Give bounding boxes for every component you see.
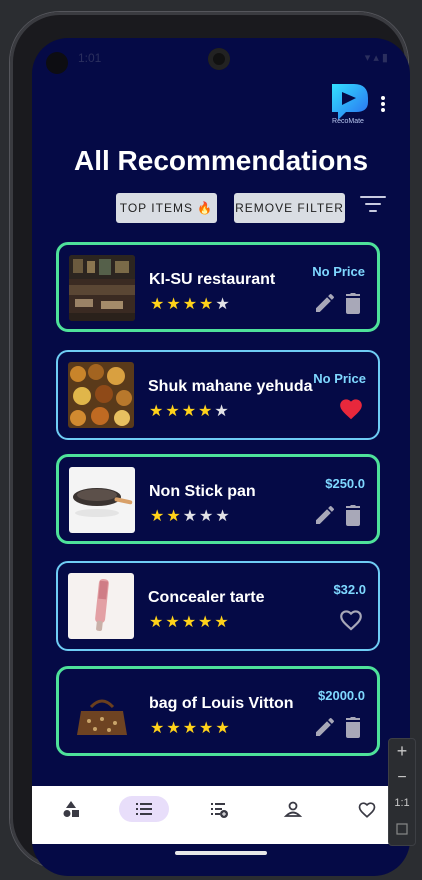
item-price: $2000.0	[318, 688, 365, 703]
item-actions	[313, 291, 363, 315]
star-icon: ★★★	[182, 508, 232, 525]
list-icon	[136, 803, 152, 815]
rating-stars: ★★★★★	[149, 401, 231, 421]
item-actions	[313, 715, 363, 739]
phone-frame: 1:01 ▾ ▴ ▮ RecoMate All Recommendations …	[10, 12, 410, 876]
item-title: Shuk mahane yehuda	[148, 378, 313, 395]
restaurant-image	[69, 255, 135, 321]
recommendation-card[interactable]: Non Stick pan ★★★★★ $250.0	[56, 454, 380, 544]
rating-stars: ★★★★★	[150, 718, 232, 738]
star-icon: ★★★★★	[149, 614, 231, 631]
emulator-zoom-controls: + − 1:1	[388, 738, 416, 846]
home-indicator[interactable]	[175, 851, 267, 855]
item-title: bag of Louis Vitton	[149, 695, 294, 712]
more-options-icon[interactable]	[376, 94, 390, 114]
add-to-list-icon	[211, 803, 228, 818]
rating-stars: ★★★★★	[150, 506, 232, 526]
nav-list[interactable]	[119, 796, 169, 822]
zoom-out-button[interactable]: −	[389, 769, 415, 787]
rating-stars: ★★★★★	[150, 294, 232, 314]
nav-profile[interactable]	[268, 796, 318, 822]
star-icon: ★	[214, 403, 231, 420]
market-image	[68, 362, 134, 428]
item-title: KI-SU restaurant	[149, 271, 276, 288]
fit-screen-icon[interactable]	[389, 823, 415, 838]
camera-cutout	[208, 48, 230, 70]
delete-icon[interactable]	[343, 503, 363, 527]
delete-icon[interactable]	[343, 715, 363, 739]
nav-categories[interactable]	[46, 796, 96, 822]
rating-stars: ★★★★★	[149, 612, 231, 632]
star-icon: ★★	[150, 508, 183, 525]
categories-icon	[63, 801, 79, 817]
item-price: No Price	[313, 371, 366, 386]
remove-filter-button[interactable]: REMOVE FILTER	[234, 193, 345, 223]
item-price: No Price	[312, 264, 365, 279]
logo-text: RecoMate	[332, 118, 364, 125]
edit-icon[interactable]	[313, 291, 337, 315]
star-icon: ★★★★	[150, 296, 216, 313]
concealer-image	[68, 573, 134, 639]
edit-icon[interactable]	[313, 503, 337, 527]
heart-outline-icon[interactable]	[338, 607, 364, 631]
star-icon: ★★★★★	[150, 720, 232, 737]
item-price: $250.0	[325, 476, 365, 491]
heart-filled-icon[interactable]	[338, 396, 364, 420]
item-actions	[313, 503, 363, 527]
bag-image	[69, 679, 135, 745]
one-to-one-button[interactable]: 1:1	[389, 797, 415, 809]
page-title: All Recommendations	[73, 145, 369, 176]
item-title: Concealer tarte	[148, 589, 265, 606]
app-screen: 1:01 ▾ ▴ ▮ RecoMate All Recommendations …	[32, 38, 410, 876]
filter-icon[interactable]	[360, 194, 388, 216]
pan-image	[69, 467, 135, 533]
recommendation-card[interactable]: Concealer tarte ★★★★★ $32.0	[56, 561, 380, 651]
status-time: 1:01	[78, 51, 102, 65]
nav-favorites[interactable]	[342, 796, 392, 822]
recommendation-card[interactable]: KI-SU restaurant ★★★★★ No Price	[56, 242, 380, 332]
heart-outline-icon	[358, 802, 376, 818]
status-bar: 1:01 ▾ ▴ ▮	[32, 38, 410, 78]
bottom-navigation	[32, 786, 410, 844]
recommendation-card[interactable]: Shuk mahane yehuda ★★★★★ No Price	[56, 350, 380, 440]
top-items-button[interactable]: TOP ITEMS 🔥	[116, 193, 217, 223]
star-icon: ★	[215, 296, 232, 313]
zoom-in-button[interactable]: +	[389, 741, 415, 762]
delete-icon[interactable]	[343, 291, 363, 315]
recommendation-card[interactable]: bag of Louis Vitton ★★★★★ $2000.0	[56, 666, 380, 756]
status-dot	[46, 52, 68, 74]
star-icon: ★★★★	[149, 403, 215, 420]
nav-add-to-list[interactable]	[194, 796, 244, 822]
item-price: $32.0	[333, 582, 366, 597]
item-title: Non Stick pan	[149, 483, 256, 500]
status-icons: ▾ ▴ ▮	[364, 52, 388, 64]
edit-icon[interactable]	[313, 715, 337, 739]
profile-icon	[283, 801, 303, 817]
